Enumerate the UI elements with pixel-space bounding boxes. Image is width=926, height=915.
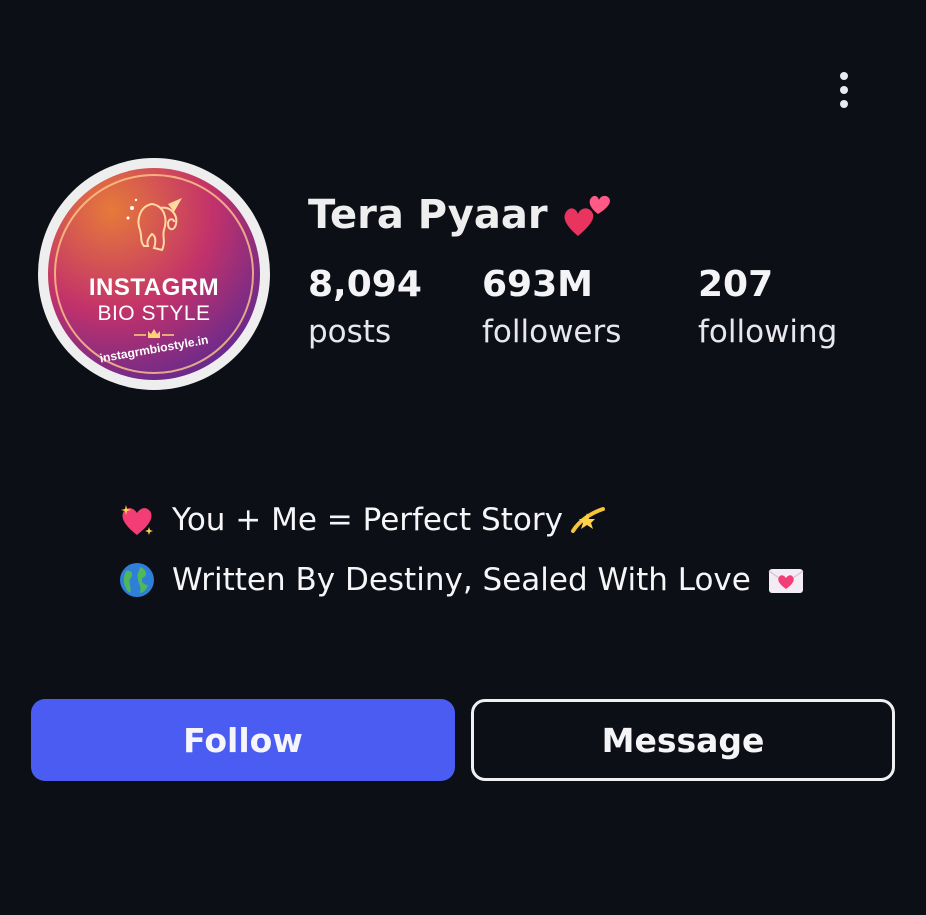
posts-count: 8,094	[308, 264, 422, 305]
woman-silhouette-icon	[126, 198, 182, 252]
more-dot	[840, 72, 848, 80]
following-label: following	[698, 314, 838, 350]
crown-icon	[134, 329, 174, 338]
dizzy-star-icon	[570, 507, 605, 533]
avatar[interactable]: INSTAGRM BIO STYLE instagrmbiostyle.in	[38, 158, 270, 390]
two-hearts-icon	[564, 195, 610, 236]
more-dot	[840, 86, 848, 94]
more-options-icon[interactable]	[826, 66, 862, 114]
avatar-brand-line1: INSTAGRM	[88, 274, 220, 301]
more-dot	[840, 100, 848, 108]
bio-line: You + Me = Perfect Story	[118, 490, 805, 550]
sparkling-heart-icon	[121, 505, 153, 535]
bio-text: Written By Destiny, Sealed With Love	[172, 562, 751, 598]
avatar-brand-line2: BIO STYLE	[97, 302, 211, 325]
profile-page: INSTAGRM BIO STYLE instagrmbiostyle.in T…	[0, 0, 926, 915]
followers-count: 693M	[482, 264, 593, 305]
follow-button[interactable]: Follow	[31, 699, 455, 781]
bio-line: Written By Destiny, Sealed With Love	[118, 550, 805, 610]
globe-icon	[120, 563, 154, 597]
following-count: 207	[698, 264, 774, 305]
avatar-logo: INSTAGRM BIO STYLE instagrmbiostyle.in	[48, 168, 260, 380]
posts-label: posts	[308, 314, 392, 350]
stat-following[interactable]: 207 following	[698, 262, 837, 356]
profile-name: Tera Pyaar	[308, 190, 614, 240]
stat-followers[interactable]: 693M followers	[482, 262, 621, 356]
love-letter-icon	[768, 569, 804, 593]
bio-text: You + Me = Perfect Story	[172, 502, 563, 538]
bio: You + Me = Perfect Story Written By Dest…	[118, 490, 805, 610]
followers-label: followers	[482, 314, 622, 350]
message-button[interactable]: Message	[471, 699, 895, 781]
username: Tera Pyaar	[308, 192, 548, 238]
stat-posts[interactable]: 8,094 posts	[308, 262, 422, 356]
